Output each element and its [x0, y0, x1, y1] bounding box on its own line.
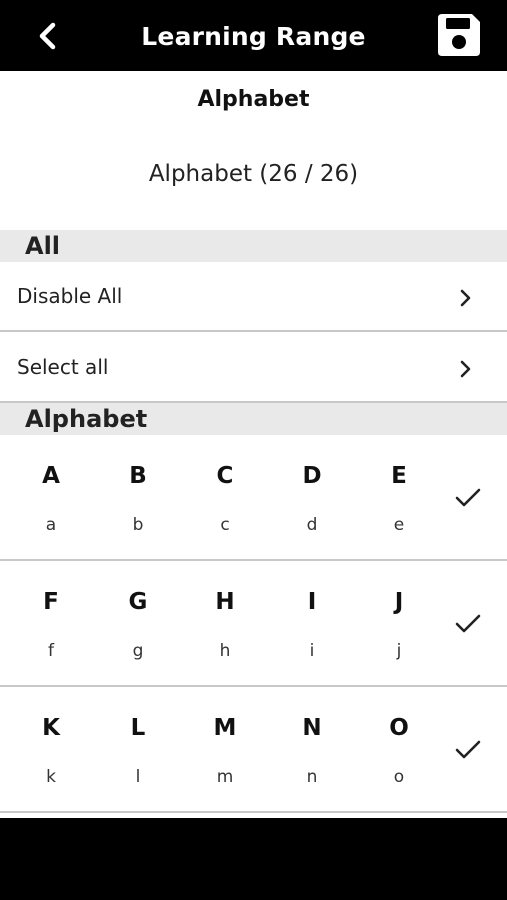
lowercase-letter: m	[216, 767, 234, 787]
uppercase-letter: I	[307, 589, 317, 615]
disable-all-label: Disable All	[17, 284, 123, 308]
lowercase-letter: b	[132, 515, 144, 535]
chevron-right-icon	[460, 289, 471, 307]
letter-group-row[interactable]: Ff Gg Hh Ii Jj	[0, 561, 507, 687]
section-header-all: All	[0, 230, 507, 262]
lowercase-letter: h	[219, 641, 231, 661]
select-all-label: Select all	[17, 355, 109, 379]
disable-all-item[interactable]: Disable All	[0, 262, 507, 332]
floppy-disk-icon	[438, 14, 480, 56]
uppercase-letter: F	[43, 589, 59, 615]
lowercase-letter: e	[393, 515, 405, 535]
section-header-alphabet: Alphabet	[0, 403, 507, 435]
lowercase-letter: g	[132, 641, 144, 661]
lowercase-letter: l	[135, 767, 141, 787]
uppercase-letter: E	[391, 463, 407, 489]
selection-summary: Alphabet (26 / 26)	[148, 161, 359, 187]
uppercase-letter: G	[128, 589, 148, 615]
letter-group-row[interactable]: Aa Bb Cc Dd Ee	[0, 435, 507, 561]
checkmark-icon[interactable]	[454, 487, 482, 509]
uppercase-letter: H	[215, 589, 235, 615]
uppercase-letter: D	[302, 463, 322, 489]
lowercase-letter: c	[220, 515, 230, 535]
content-area: Alphabet Alphabet (26 / 26) All Disable …	[0, 71, 507, 818]
select-all-item[interactable]: Select all	[0, 333, 507, 403]
save-button[interactable]	[436, 12, 482, 60]
lowercase-letter: o	[393, 767, 405, 787]
uppercase-letter: O	[389, 715, 409, 741]
uppercase-letter: K	[42, 715, 60, 741]
subtitle: Alphabet	[197, 87, 310, 112]
page-title: Learning Range	[141, 22, 366, 51]
lowercase-letter: n	[306, 767, 318, 787]
uppercase-letter: J	[394, 589, 404, 615]
chevron-right-icon	[460, 360, 471, 378]
uppercase-letter: M	[213, 715, 237, 741]
lowercase-letter: k	[46, 767, 56, 787]
uppercase-letter: B	[129, 463, 147, 489]
uppercase-letter: L	[130, 715, 146, 741]
checkmark-icon[interactable]	[454, 739, 482, 761]
uppercase-letter: A	[42, 463, 60, 489]
lowercase-letter: d	[306, 515, 318, 535]
uppercase-letter: C	[216, 463, 234, 489]
lowercase-letter: a	[45, 515, 57, 535]
top-bar: Learning Range	[0, 0, 507, 71]
letter-group-row[interactable]: Kk Ll Mm Nn Oo	[0, 687, 507, 813]
lowercase-letter: f	[48, 641, 54, 661]
lowercase-letter: j	[396, 641, 402, 661]
checkmark-icon[interactable]	[454, 613, 482, 635]
lowercase-letter: i	[309, 641, 315, 661]
uppercase-letter: N	[302, 715, 322, 741]
bottom-bar	[0, 818, 507, 900]
